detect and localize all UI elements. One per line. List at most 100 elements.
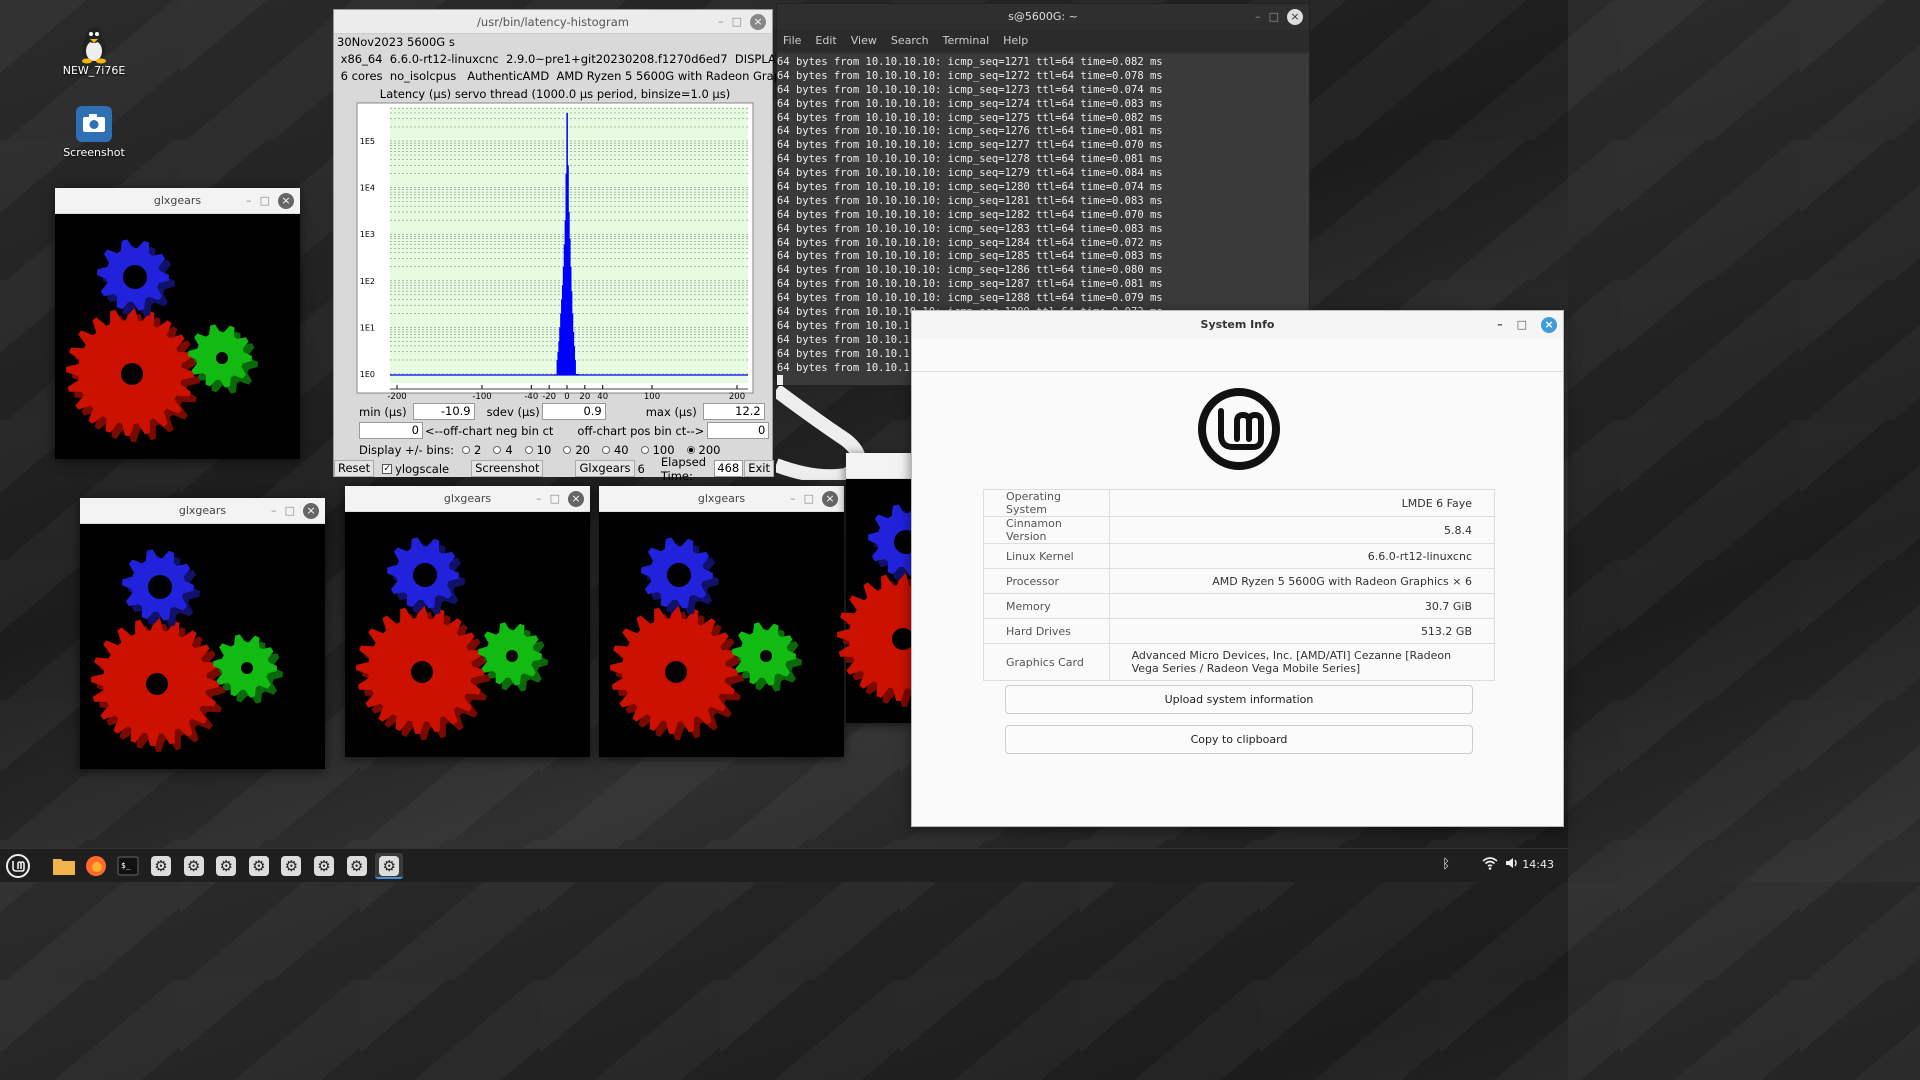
taskbar-app-button[interactable]: ⚙ [310,853,338,879]
red-gear [66,308,200,442]
maximize-icon[interactable]: □ [260,188,270,214]
minimize-icon[interactable]: – [790,486,796,512]
maximize-icon[interactable]: □ [804,486,814,512]
bins-radio-40[interactable] [601,445,610,454]
menu-help[interactable]: Help [1003,30,1028,52]
title-bar[interactable]: s@5600G: ~ – □ × [777,4,1309,30]
elapsed-value: 468 [714,460,744,477]
info-value: LMDE 6 Faye [1108,489,1496,517]
desktop-icon-screenshot[interactable]: Screenshot [49,106,139,159]
gear-icon: ⚙ [248,856,269,876]
clock[interactable]: 14:43 [1522,858,1554,871]
screenshot-button[interactable]: Screenshot [471,460,544,477]
glxgears-button[interactable]: Glxgears [575,460,635,477]
close-icon[interactable]: × [1287,9,1303,25]
bins-radio-100[interactable] [640,445,649,454]
title-bar[interactable]: glxgears – □ × [345,486,590,512]
bins-radio-20[interactable] [563,445,572,454]
minimize-icon[interactable]: – [536,486,542,512]
bins-option-label: 4 [505,442,513,457]
minimize-icon[interactable]: – [1255,4,1261,30]
title-bar[interactable]: glxgears – □ × [599,486,844,512]
minimize-icon[interactable]: – [246,188,252,214]
title-bar[interactable]: glxgears – □ × [55,188,300,214]
bluetooth-icon[interactable]: ᛒ [1442,857,1450,872]
info-label: Memory [983,593,1110,619]
maximize-icon[interactable]: □ [550,486,560,512]
volume-icon[interactable] [1504,855,1520,874]
taskbar-app-button[interactable]: ⚙ [343,853,371,879]
exit-button[interactable]: Exit [744,460,774,477]
firefox-launcher[interactable] [82,853,110,879]
taskbar-app-button[interactable]: ⚙ [180,853,208,879]
title-bar[interactable]: System Info – □ × [912,311,1563,339]
menu-terminal[interactable]: Terminal [943,30,990,52]
terminal-launcher[interactable]: $_ [114,853,142,879]
linux-mint-logo-icon [1198,388,1280,470]
close-icon[interactable]: × [1541,317,1557,333]
y-tick-label: 1E5 [360,137,375,146]
system-info-window[interactable]: System Info – □ × Operating System LMDE 6 F… [911,310,1564,827]
terminal-line: 64 bytes from 10.10.10.10: icmp_seq=1271… [777,56,1163,68]
reset-button[interactable]: Reset [334,460,375,477]
maximize-icon[interactable]: □ [732,10,742,34]
title-bar[interactable]: glxgears – □ × [80,498,325,524]
minimize-icon[interactable]: – [271,498,277,524]
wifi-icon[interactable] [1482,855,1498,874]
ylogscale-checkbox[interactable]: ✓ ylogscale [382,462,449,476]
upload-system-information-button[interactable]: Upload system information [1005,685,1473,714]
x-tick-label: -100 [472,392,491,402]
gear-icon: ⚙ [216,856,237,876]
x-tick-label: 100 [644,392,660,402]
glxgears-window[interactable]: glxgears – □ × [345,486,590,757]
info-label: Linux Kernel [983,543,1110,569]
gear-icon: ⚙ [151,856,171,876]
latency-histogram-window[interactable]: /usr/bin/latency-histogram – □ × 30Nov2023… [333,9,804,483]
files-launcher[interactable] [50,853,78,879]
title-bar[interactable] [846,453,912,479]
x-tick-label: -20 [542,392,556,402]
blue-gear [122,549,200,627]
glxgears-window[interactable]: glxgears – □ × [55,188,300,459]
copy-to-clipboard-button[interactable]: Copy to clipboard [1005,725,1473,754]
taskbar-app-button[interactable]: ⚙ [375,853,404,879]
close-icon[interactable]: × [278,192,294,209]
gear-icon: ⚙ [379,856,400,876]
maximize-icon[interactable]: □ [285,498,295,524]
x-tick-label: 200 [729,392,745,402]
bins-radio-4[interactable] [493,445,502,454]
menu-button[interactable] [4,853,32,879]
title-bar[interactable]: /usr/bin/latency-histogram – □ × [334,10,772,34]
terminal-line: 64 bytes from 10.10.10.10: icmp_seq=1283… [777,222,1163,235]
glxgears-window[interactable]: glxgears – □ × [599,486,844,757]
glxgears-window[interactable]: glxgears – □ × [80,498,325,769]
info-row: Memory 30.7 GiB [983,593,1496,619]
maximize-icon[interactable]: □ [1517,311,1527,339]
info-label: Cinnamon Version [983,516,1110,544]
menu-edit[interactable]: Edit [815,30,836,52]
y-tick-label: 1E4 [360,184,375,193]
info-row: Operating System LMDE 6 Faye [983,489,1496,517]
bins-radio-10[interactable] [524,445,533,454]
taskbar-app-button[interactable]: ⚙ [245,853,273,879]
desktop-icon-new7i76e[interactable]: NEW_7i76E [49,24,139,77]
close-icon[interactable]: × [568,490,584,507]
menu-search[interactable]: Search [891,30,929,52]
close-icon[interactable]: × [303,502,319,519]
taskbar-app-button[interactable]: ⚙ [147,853,175,879]
maximize-icon[interactable]: □ [1269,4,1279,30]
close-icon[interactable]: × [750,13,766,30]
terminal-line: 64 bytes from 10.10.10.10: icmp_seq=1284… [777,236,1163,249]
bins-radio-2[interactable] [462,445,471,454]
minimize-icon[interactable]: – [1497,311,1503,339]
taskbar-app-button[interactable]: ⚙ [212,853,240,879]
bins-option-label: 20 [575,442,590,457]
bins-radio-200[interactable] [686,445,695,454]
terminal-line: 64 bytes from 10.10.10.10: icmp_seq=1281… [777,194,1163,207]
minimize-icon[interactable]: – [718,10,724,34]
menu-file[interactable]: File [783,30,801,52]
taskbar-app-button[interactable]: ⚙ [277,853,305,879]
glxgears-window-partial[interactable] [837,453,1029,723]
header-separator [912,371,1563,372]
menu-view[interactable]: View [851,30,877,52]
